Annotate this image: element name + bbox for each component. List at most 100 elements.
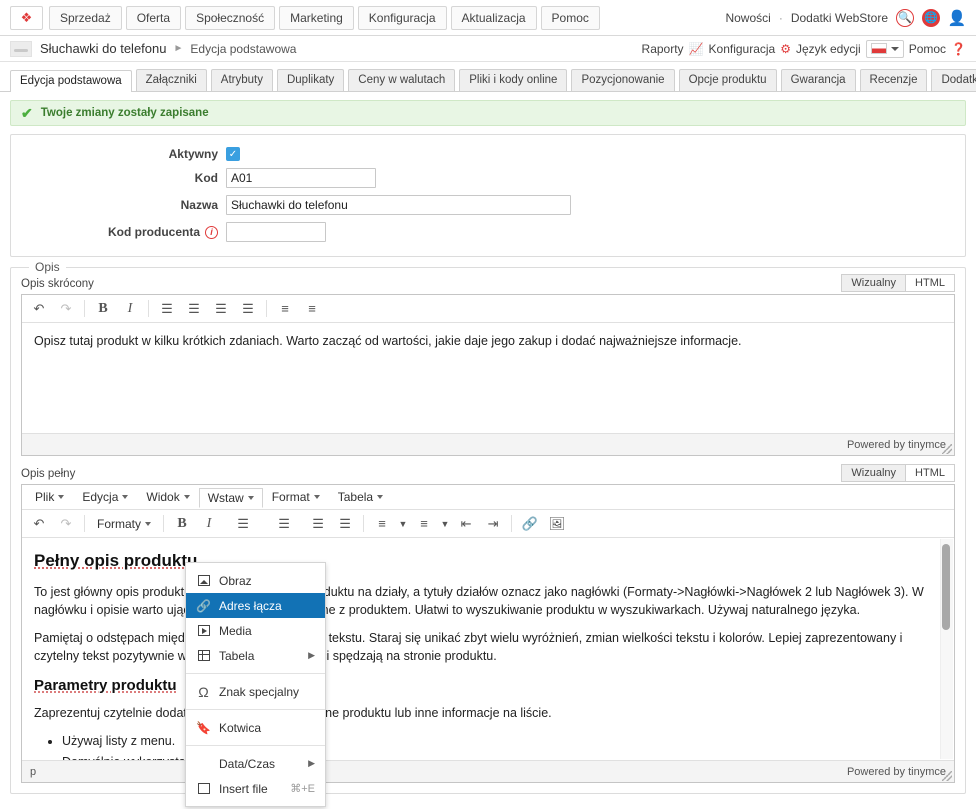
search-icon[interactable]: 🔍: [896, 9, 914, 27]
short-wizualny-button[interactable]: Wizualny: [841, 274, 906, 292]
link-raporty[interactable]: Raporty: [642, 42, 684, 56]
nav-label: Pomoc: [552, 11, 589, 25]
full-html-button[interactable]: HTML: [906, 464, 955, 482]
full-wizualny-button[interactable]: Wizualny: [841, 464, 906, 482]
menu-item-tabela[interactable]: Tabela ▶: [186, 643, 325, 668]
menu-separator: [186, 709, 325, 710]
indent-icon[interactable]: ⇥: [480, 513, 506, 535]
outdent-icon[interactable]: ⇤: [453, 513, 479, 535]
menu-format[interactable]: Format: [263, 487, 329, 507]
undo-icon[interactable]: ↶: [26, 298, 52, 320]
menu-item-insert-file[interactable]: Insert file ⌘+E: [186, 776, 325, 801]
bold-icon[interactable]: B: [90, 298, 116, 320]
nav-oferta[interactable]: Oferta: [126, 6, 181, 30]
align-center-icon[interactable]: ☰: [181, 298, 207, 320]
user-icon[interactable]: 👤: [948, 9, 966, 27]
logo-button[interactable]: ❖: [10, 6, 43, 30]
short-html-button[interactable]: HTML: [906, 274, 955, 292]
numbered-list-icon[interactable]: ≡: [411, 513, 437, 535]
link-konfiguracja[interactable]: Konfiguracja: [709, 42, 776, 56]
menu-item-data-czas[interactable]: Data/Czas ▶: [186, 751, 325, 776]
kod-input[interactable]: [226, 168, 376, 188]
numbered-list-icon[interactable]: ≡: [299, 298, 325, 320]
label-kod: Kod: [11, 171, 226, 185]
italic-icon[interactable]: I: [117, 298, 143, 320]
chevron-down-icon: [248, 496, 254, 500]
nav-marketing[interactable]: Marketing: [279, 6, 354, 30]
image-icon[interactable]: 🖼: [544, 513, 570, 535]
nav-aktualizacja[interactable]: Aktualizacja: [451, 6, 537, 30]
editor-scrollbar-thumb[interactable]: [942, 544, 950, 630]
numbered-list-chevron-icon[interactable]: ▼: [438, 513, 452, 535]
link-dodatki-webstore[interactable]: Dodatki WebStore: [791, 11, 888, 25]
nav-sprzedaz[interactable]: Sprzedaż: [49, 6, 122, 30]
tab-ceny-w-walutach[interactable]: Ceny w walutach: [348, 69, 455, 91]
bold-icon[interactable]: B: [169, 513, 195, 535]
menu-tabela[interactable]: Tabela: [329, 487, 392, 507]
tab-duplikaty[interactable]: Duplikaty: [277, 69, 344, 91]
menu-edycja[interactable]: Edycja: [73, 487, 137, 507]
formaty-dropdown[interactable]: Formaty: [90, 513, 158, 535]
anchor-bookmark-icon: 🔖: [196, 721, 211, 735]
full-editor-body[interactable]: Pełny opis produktu To jest główny opis …: [22, 538, 954, 760]
nazwa-input[interactable]: [226, 195, 571, 215]
nav-konfiguracja[interactable]: Konfiguracja: [358, 6, 447, 30]
nav-pomoc[interactable]: Pomoc: [541, 6, 600, 30]
help-icon[interactable]: ❓: [951, 42, 966, 56]
full-editor-mode-toggle: Wizualny HTML: [841, 464, 955, 482]
tab-recenzje[interactable]: Recenzje: [860, 69, 928, 91]
tab-pozycjonowanie[interactable]: Pozycjonowanie: [571, 69, 674, 91]
nav-spolecznosc[interactable]: Społeczność: [185, 6, 275, 30]
undo-icon[interactable]: ↶: [26, 513, 52, 535]
tab-gwarancja[interactable]: Gwarancja: [781, 69, 856, 91]
resize-grip-handle[interactable]: [942, 444, 952, 454]
italic-icon[interactable]: I: [196, 513, 222, 535]
nav-label: Oferta: [137, 11, 170, 25]
align-left-icon[interactable]: ☰: [154, 298, 180, 320]
menu-item-znak-specjalny[interactable]: Ω Znak specjalny: [186, 679, 325, 704]
bullet-list-chevron-icon[interactable]: ▼: [396, 513, 410, 535]
align-center-icon[interactable]: ☰: [264, 513, 304, 535]
chevron-down-icon: [314, 495, 320, 499]
link-nowosci[interactable]: Nowości: [725, 11, 770, 25]
globe-icon[interactable]: 🌐: [922, 9, 940, 27]
tab-opcje-produktu[interactable]: Opcje produktu: [679, 69, 777, 91]
redo-icon[interactable]: ↷: [53, 298, 79, 320]
menu-item-media[interactable]: Media: [186, 618, 325, 643]
field-row-kod: Kod: [11, 168, 965, 188]
link-icon[interactable]: 🔗: [517, 513, 543, 535]
bullet-list-icon[interactable]: ≡: [369, 513, 395, 535]
align-right-icon[interactable]: ☰: [305, 513, 331, 535]
tab-label: Recenzje: [870, 74, 918, 86]
kod-producenta-input[interactable]: [226, 222, 326, 242]
aktywny-checkbox[interactable]: ✓: [226, 147, 240, 161]
editor-scrollbar-track[interactable]: [940, 539, 953, 759]
menu-item-adres-lacza[interactable]: 🔗 Adres łącza: [186, 593, 325, 618]
menu-item-kotwica[interactable]: 🔖 Kotwica: [186, 715, 325, 740]
breadcrumb-right-group: Raporty 📈 Konfiguracja ⚙ Język edycji Po…: [642, 40, 966, 58]
gear-icon[interactable]: ⚙: [780, 42, 791, 56]
language-select[interactable]: [866, 40, 904, 58]
menu-plik[interactable]: Plik: [26, 487, 73, 507]
tab-dodatkowe-opcje[interactable]: Dodatkowe opcje: [931, 69, 976, 91]
align-left-icon[interactable]: ☰: [223, 513, 263, 535]
resize-grip-handle[interactable]: [942, 771, 952, 781]
align-justify-icon[interactable]: ☰: [332, 513, 358, 535]
short-editor-body[interactable]: Opisz tutaj produkt w kilku krótkich zda…: [22, 323, 954, 433]
menu-wstaw[interactable]: Wstaw: [199, 488, 263, 508]
info-icon[interactable]: i: [205, 226, 218, 239]
tab-zalaczniki[interactable]: Załączniki: [136, 69, 207, 91]
redo-icon[interactable]: ↷: [53, 513, 79, 535]
tab-atrybuty[interactable]: Atrybuty: [211, 69, 273, 91]
menu-item-obraz[interactable]: Obraz: [186, 568, 325, 593]
align-justify-icon[interactable]: ☰: [235, 298, 261, 320]
success-alert: ✔ Twoje zmiany zostały zapisane: [10, 100, 966, 126]
content-paragraph-1: To jest główny opis produktu. Podziel te…: [34, 583, 942, 619]
link-pomoc[interactable]: Pomoc: [909, 42, 946, 56]
tab-pliki-i-kody-online[interactable]: Pliki i kody online: [459, 69, 567, 91]
tab-edycja-podstawowa[interactable]: Edycja podstawowa: [10, 70, 132, 92]
align-right-icon[interactable]: ☰: [208, 298, 234, 320]
bullet-list-icon[interactable]: ≡: [272, 298, 298, 320]
menu-widok[interactable]: Widok: [137, 487, 198, 507]
breadcrumb-product[interactable]: Słuchawki do telefonu: [40, 41, 166, 56]
